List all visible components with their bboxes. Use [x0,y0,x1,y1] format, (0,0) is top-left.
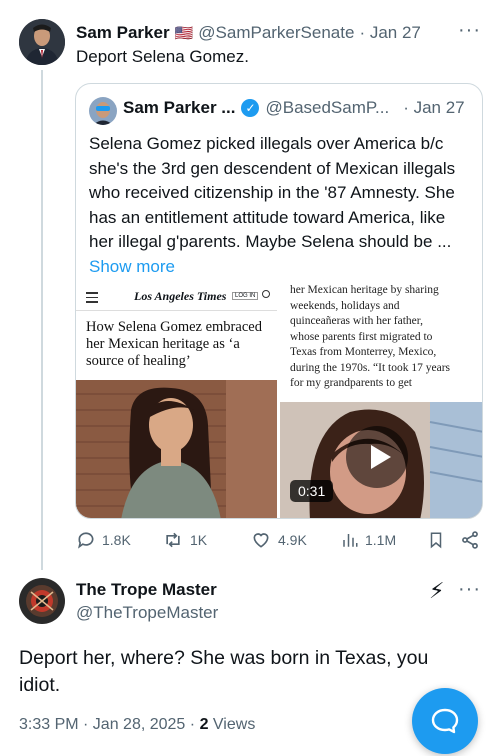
reply-count: 1.8K [102,532,131,548]
reply-author-avatar[interactable] [19,578,65,624]
video-player[interactable]: 0:31 [280,402,482,518]
quote-author-name[interactable]: Sam Parker ... [123,98,235,118]
article-excerpt: her Mexican heritage by sharing weekends… [280,280,482,400]
quote-text: Selena Gomez picked illegals over Americ… [89,132,481,279]
quote-author-avatar[interactable] [89,97,117,125]
repost-icon [166,532,180,548]
reply-timestamp[interactable]: 3:33 PM · Jan 28, 2025 · [19,716,195,733]
repost-button[interactable]: 1K [162,530,207,550]
article-headline: How Selena Gomez embraced her Mexican he… [86,319,262,370]
heart-icon [253,533,269,548]
excerpt-line: whose parents first migrated to [290,330,433,343]
grok-icon[interactable]: ⚡ [429,578,444,604]
bookmark-icon [430,532,442,549]
excerpt-line: quinceañeras with her father, [290,315,424,327]
login-label: LOG IN [232,292,259,300]
excerpt-line: her Mexican heritage by sharing [290,284,439,296]
quote-tweet-card[interactable]: Sam Parker ... ✓ @BasedSamP... · Jan 27 … [75,83,483,519]
share-button[interactable] [460,530,480,550]
menu-icon [86,292,98,303]
us-flag-icon: 🇺🇸 [174,25,194,42]
compose-reply-button[interactable] [412,688,478,754]
author-handle[interactable]: @SamParkerSenate [198,23,354,43]
author-name[interactable]: Sam Parker [76,23,170,43]
reply-timestamp-row: 3:33 PM · Jan 28, 2025 · 2 Views [19,716,255,734]
reply-text-line: Deport her, where? She was born in Texas… [19,647,429,669]
play-icon [371,445,391,469]
quote-text-line: she's the 3rd gen descendent of Mexican … [89,158,456,178]
like-count: 4.9K [278,532,307,548]
views-chart-icon [343,534,358,547]
article-screenshot-image[interactable]: Los Angeles Times LOG IN How Selena Gome… [76,280,277,518]
excerpt-line: for my grandparents to get [290,377,412,389]
quote-text-line: her illegal g'parents. Maybe Selena shou… [89,232,452,251]
masthead-divider [76,310,277,311]
selena-photo [76,380,277,518]
show-more-link[interactable]: Show more [89,255,481,280]
reply-author-name[interactable]: The Trope Master [76,580,217,600]
excerpt-line: during the 1970s. “It took 17 years [290,361,451,374]
reply-more-options-icon[interactable]: ··· [458,578,481,601]
reply-author-handle[interactable]: @TheTropeMaster [76,603,218,623]
quote-text-line: has an entitlement attitude toward Ameri… [89,207,446,227]
lat-masthead: Los Angeles Times [134,289,227,303]
quote-header: Sam Parker ... ✓ @BasedSamP... · Jan 27 [123,98,465,118]
bookmark-button[interactable] [427,530,445,550]
reply-button[interactable]: 1.8K [76,530,131,550]
reply-text: Deport her, where? She was born in Texas… [19,645,428,699]
search-icon [262,290,270,298]
quote-author-handle[interactable]: @BasedSamP... [265,98,389,118]
quote-text-line: who received citizenship in the '87 Amne… [89,183,455,202]
headline-line: source of healing’ [86,353,191,369]
reply-text-line: idiot. [19,674,61,696]
tweet-header: Sam Parker 🇺🇸 @SamParkerSenate · Jan 27 [76,21,421,45]
play-button[interactable] [346,426,408,488]
author-avatar[interactable] [19,19,65,65]
reply-icon [78,532,94,549]
quote-text-line: Selena Gomez picked illegals over Americ… [89,134,444,153]
reply-views-label: Views [212,716,256,733]
quote-date[interactable]: · Jan 27 [403,98,464,118]
view-count: 1.1M [365,532,397,548]
headline-line: How Selena Gomez embraced [86,319,262,335]
chat-bubble-icon [431,708,459,734]
repost-count: 1K [190,532,208,548]
verified-badge-icon: ✓ [241,99,260,117]
video-duration: 0:31 [290,480,334,502]
tweet-date[interactable]: · Jan 27 [359,23,420,43]
tweet-text: Deport Selena Gomez. [76,47,249,66]
headline-line: her Mexican heritage as ‘a [86,336,240,352]
excerpt-line: weekends, holidays and [290,299,400,312]
like-button[interactable]: 4.9K [250,530,307,550]
thread-connector-line [41,70,43,570]
excerpt-line: Texas from Monterrey, Mexico, [290,346,437,358]
share-icon [462,531,478,549]
more-options-icon[interactable]: ··· [458,19,481,42]
views-button[interactable]: 1.1M [341,530,396,550]
reply-views-count: 2 [199,716,209,733]
